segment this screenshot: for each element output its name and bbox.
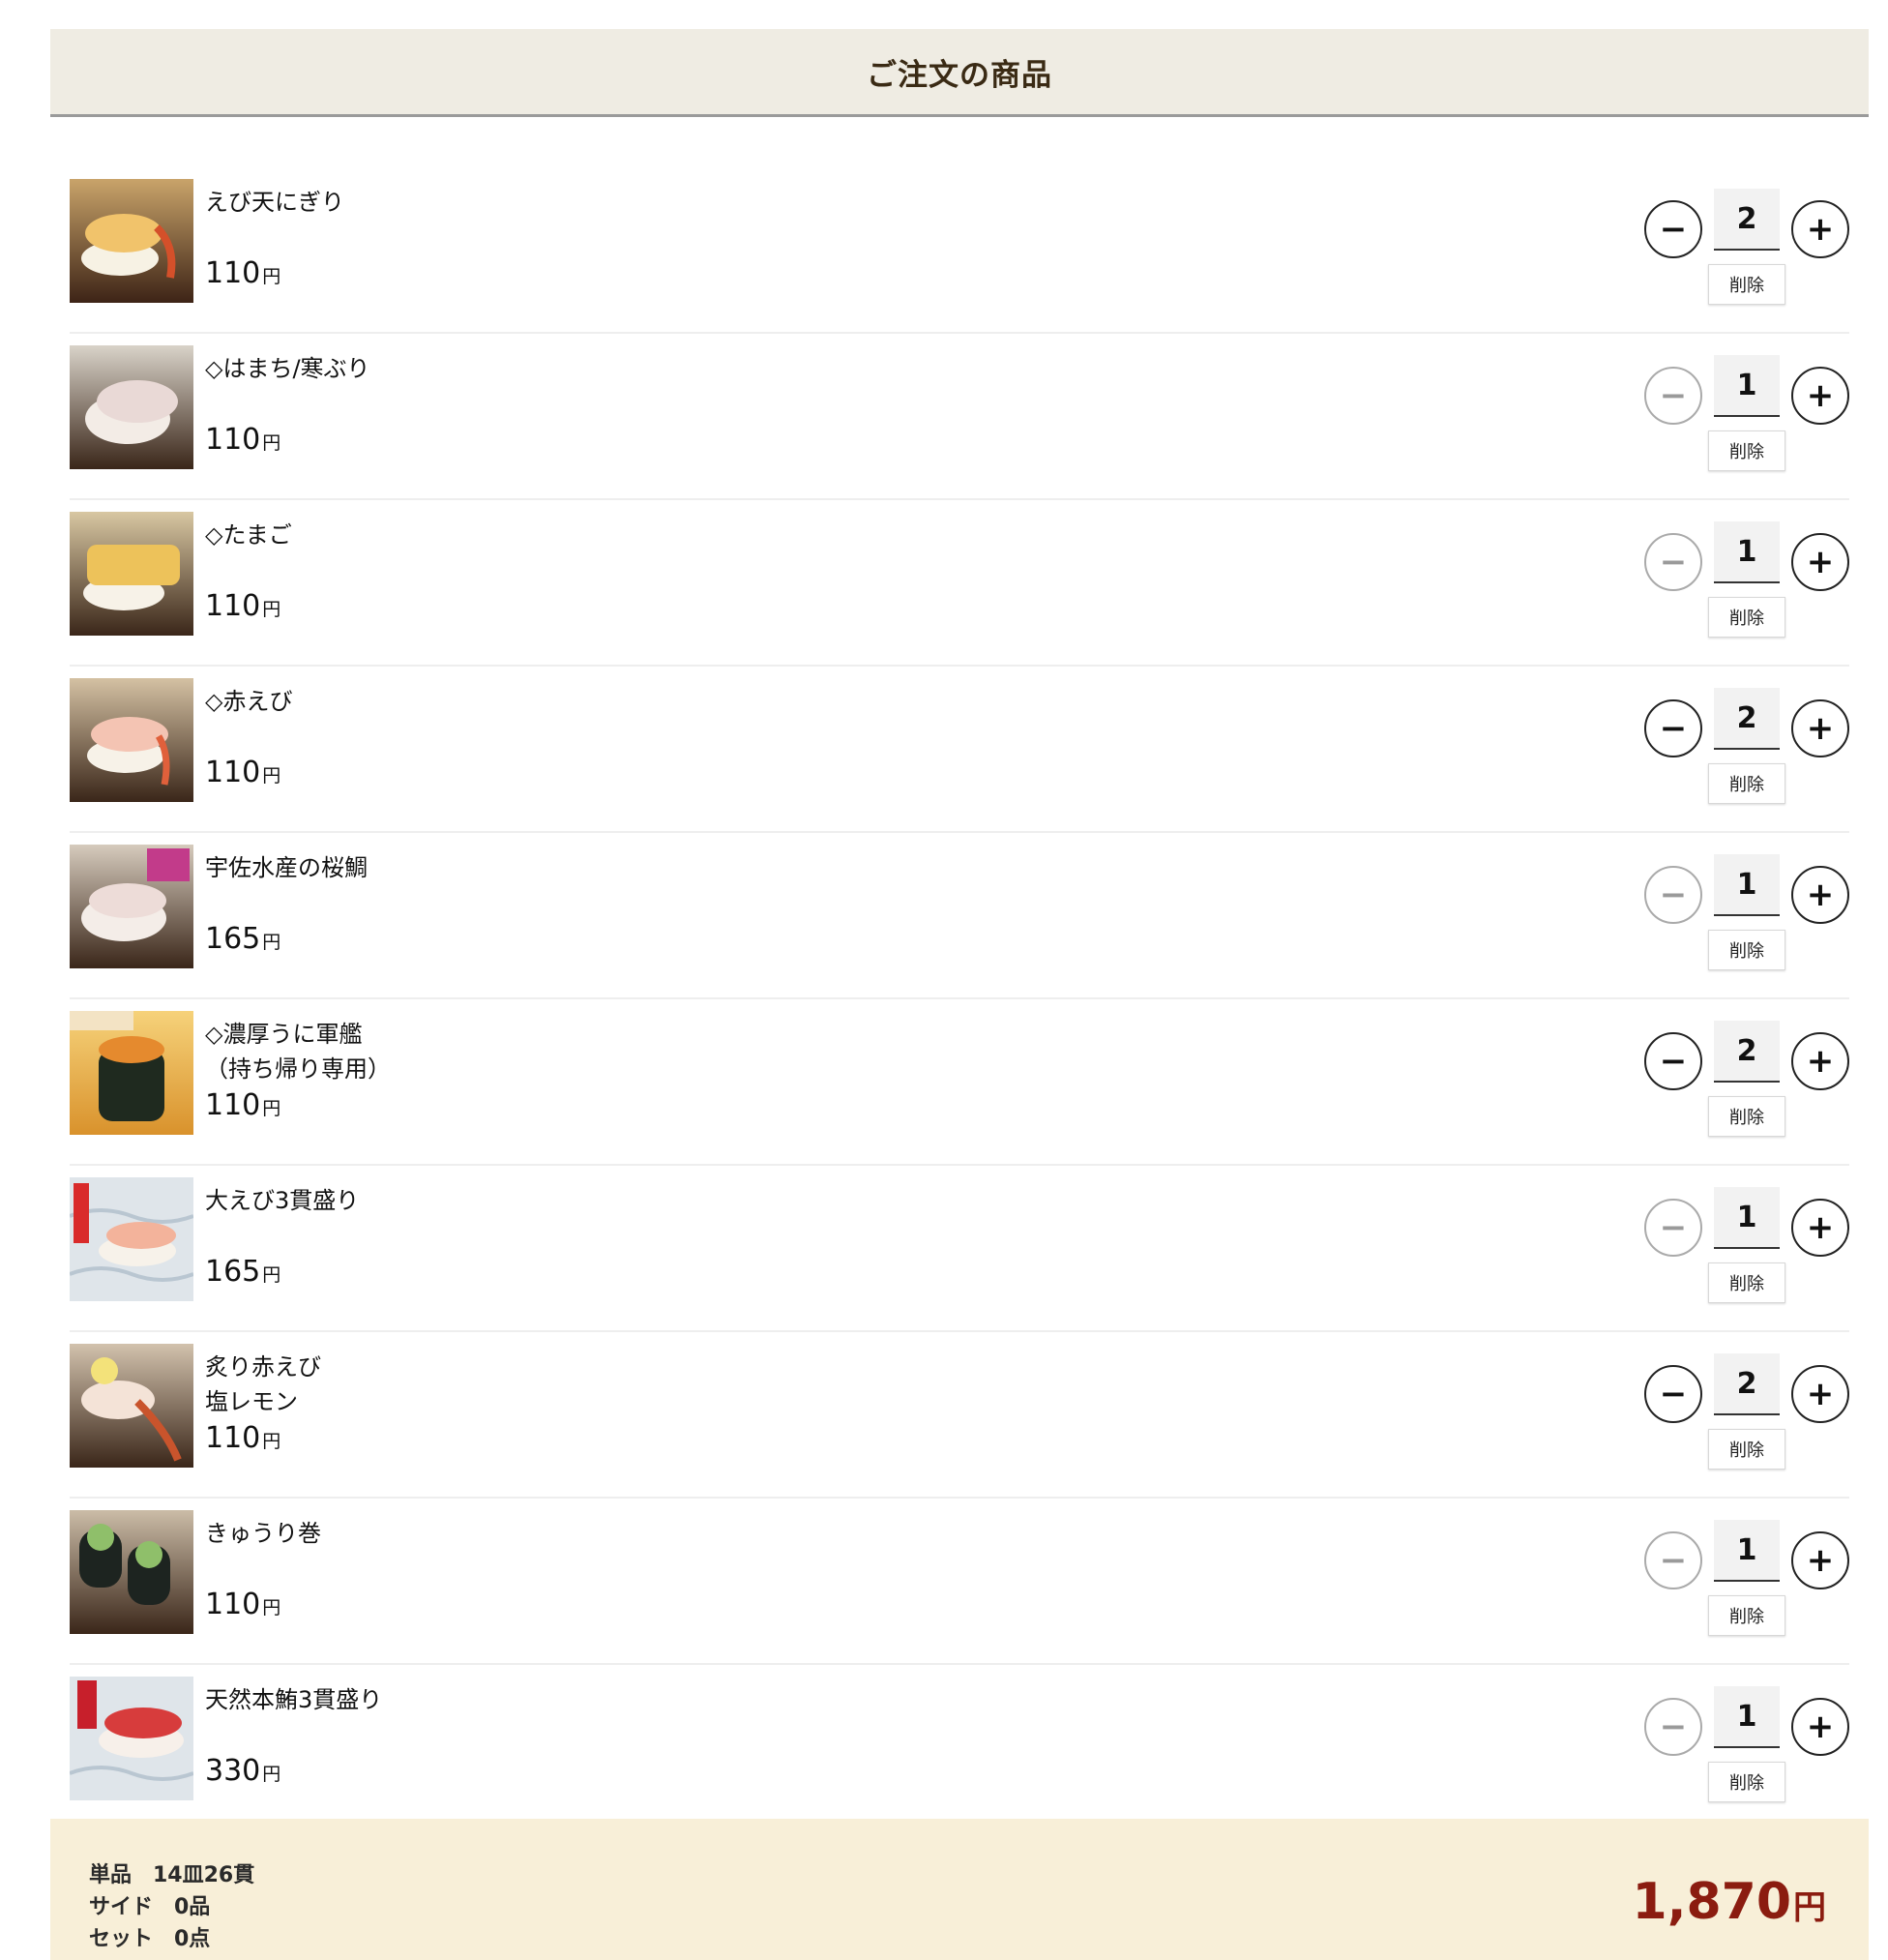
- order-list: えび天にぎり 110 円 − 2 + 削除 ◇はまち/寒ぶり 110 円 − 1 +…: [50, 167, 1869, 1829]
- item-image: [70, 678, 193, 802]
- decrease-button[interactable]: −: [1644, 367, 1702, 425]
- increase-button[interactable]: +: [1791, 367, 1849, 425]
- quantity-value: 1: [1714, 1686, 1780, 1748]
- decrease-button[interactable]: −: [1644, 1199, 1702, 1257]
- quantity-stepper: − 1 + 削除: [1644, 1520, 1849, 1646]
- order-summary-bar: 単品 14皿26貫 サイド 0品 セット 0点 1,870円: [50, 1819, 1869, 1960]
- quantity-stepper: − 1 + 削除: [1644, 1686, 1849, 1812]
- quantity-stepper: − 1 + 削除: [1644, 854, 1849, 980]
- item-name: きゅうり巻: [205, 1520, 321, 1547]
- item-image: [70, 512, 193, 636]
- quantity-stepper: − 1 + 削除: [1644, 355, 1849, 481]
- quantity-stepper: − 2 + 削除: [1644, 189, 1849, 314]
- decrease-button[interactable]: −: [1644, 699, 1702, 757]
- quantity-stepper: − 1 + 削除: [1644, 1187, 1849, 1313]
- increase-button[interactable]: +: [1791, 699, 1849, 757]
- quantity-value: 2: [1714, 688, 1780, 750]
- list-item: 大えび3貫盛り 165 円 − 1 + 削除: [70, 1166, 1849, 1332]
- item-image: [70, 1344, 193, 1468]
- item-name: えび天にぎり: [205, 189, 344, 216]
- item-image: [70, 1177, 193, 1301]
- summary-single: 単品 14皿26貫: [89, 1863, 255, 1887]
- decrease-button[interactable]: −: [1644, 1531, 1702, 1589]
- list-item: きゅうり巻 110 円 − 1 + 削除: [70, 1499, 1849, 1665]
- order-summary: 単品 14皿26貫 サイド 0品 セット 0点: [89, 1859, 254, 1955]
- list-item: ◇はまち/寒ぶり 110 円 − 1 + 削除: [70, 334, 1849, 500]
- item-name: ◇たまご: [205, 521, 292, 549]
- increase-button[interactable]: +: [1791, 1698, 1849, 1756]
- quantity-stepper: − 2 + 削除: [1644, 688, 1849, 814]
- list-item: ◇赤えび 110 円 − 2 + 削除: [70, 667, 1849, 833]
- decrease-button[interactable]: −: [1644, 200, 1702, 258]
- item-name: ◇赤えび: [205, 688, 293, 715]
- cart-container: ご注文の商品 えび天にぎり 110 円 − 2 + 削除 ◇はまち/寒ぶり 110…: [50, 29, 1869, 1829]
- quantity-value: 1: [1714, 355, 1780, 417]
- increase-button[interactable]: +: [1791, 1531, 1849, 1589]
- list-item: えび天にぎり 110 円 − 2 + 削除: [70, 167, 1849, 334]
- quantity-value: 1: [1714, 854, 1780, 916]
- delete-button[interactable]: 削除: [1708, 763, 1785, 804]
- increase-button[interactable]: +: [1791, 1199, 1849, 1257]
- delete-button[interactable]: 削除: [1708, 1262, 1785, 1303]
- summary-side: サイド 0品: [89, 1895, 211, 1919]
- quantity-value: 1: [1714, 521, 1780, 583]
- item-image: [70, 345, 193, 469]
- item-price: 110 円: [205, 1421, 281, 1455]
- list-item: 天然本鮪3貫盛り 330 円 − 1 + 削除: [70, 1665, 1849, 1829]
- item-image: [70, 845, 193, 968]
- delete-button[interactable]: 削除: [1708, 1429, 1785, 1470]
- item-price: 110 円: [205, 256, 281, 290]
- delete-button[interactable]: 削除: [1708, 1595, 1785, 1636]
- increase-button[interactable]: +: [1791, 200, 1849, 258]
- item-name: 宇佐水産の桜鯛: [205, 854, 368, 881]
- quantity-value: 2: [1714, 1021, 1780, 1083]
- item-image: [70, 1510, 193, 1634]
- list-item: 宇佐水産の桜鯛 165 円 − 1 + 削除: [70, 833, 1849, 999]
- increase-button[interactable]: +: [1791, 1032, 1849, 1090]
- delete-button[interactable]: 削除: [1708, 1096, 1785, 1137]
- decrease-button[interactable]: −: [1644, 1365, 1702, 1423]
- decrease-button[interactable]: −: [1644, 1698, 1702, 1756]
- increase-button[interactable]: +: [1791, 533, 1849, 591]
- item-name: ◇濃厚うに軍艦 （持ち帰り専用）: [205, 1021, 391, 1083]
- delete-button[interactable]: 削除: [1708, 431, 1785, 471]
- increase-button[interactable]: +: [1791, 866, 1849, 924]
- page-title: ご注文の商品: [50, 29, 1869, 117]
- list-item: ◇たまご 110 円 − 1 + 削除: [70, 500, 1849, 667]
- item-price: 110 円: [205, 1588, 281, 1621]
- item-image: [70, 1011, 193, 1135]
- item-name: ◇はまち/寒ぶり: [205, 355, 370, 382]
- quantity-value: 2: [1714, 189, 1780, 251]
- item-price: 110 円: [205, 1088, 281, 1122]
- item-image: [70, 179, 193, 303]
- increase-button[interactable]: +: [1791, 1365, 1849, 1423]
- item-image: [70, 1677, 193, 1800]
- item-name: 天然本鮪3貫盛り: [205, 1686, 383, 1713]
- delete-button[interactable]: 削除: [1708, 264, 1785, 305]
- quantity-stepper: − 2 + 削除: [1644, 1021, 1849, 1146]
- decrease-button[interactable]: −: [1644, 1032, 1702, 1090]
- item-price: 165 円: [205, 1255, 281, 1289]
- quantity-value: 2: [1714, 1353, 1780, 1415]
- decrease-button[interactable]: −: [1644, 533, 1702, 591]
- decrease-button[interactable]: −: [1644, 866, 1702, 924]
- list-item: ◇濃厚うに軍艦 （持ち帰り専用） 110 円 − 2 + 削除: [70, 999, 1849, 1166]
- item-price: 110 円: [205, 589, 281, 623]
- order-total: 1,870円: [1632, 1873, 1826, 1931]
- list-item: 炙り赤えび 塩レモン 110 円 − 2 + 削除: [70, 1332, 1849, 1499]
- delete-button[interactable]: 削除: [1708, 930, 1785, 970]
- item-price: 110 円: [205, 756, 281, 789]
- item-name: 大えび3貫盛り: [205, 1187, 360, 1214]
- quantity-value: 1: [1714, 1520, 1780, 1582]
- delete-button[interactable]: 削除: [1708, 1762, 1785, 1802]
- item-price: 110 円: [205, 423, 281, 457]
- delete-button[interactable]: 削除: [1708, 597, 1785, 638]
- summary-set: セット 0点: [89, 1927, 211, 1951]
- quantity-value: 1: [1714, 1187, 1780, 1249]
- item-name: 炙り赤えび 塩レモン: [205, 1353, 321, 1415]
- item-price: 330 円: [205, 1754, 281, 1788]
- quantity-stepper: − 1 + 削除: [1644, 521, 1849, 647]
- item-price: 165 円: [205, 922, 281, 956]
- quantity-stepper: − 2 + 削除: [1644, 1353, 1849, 1479]
